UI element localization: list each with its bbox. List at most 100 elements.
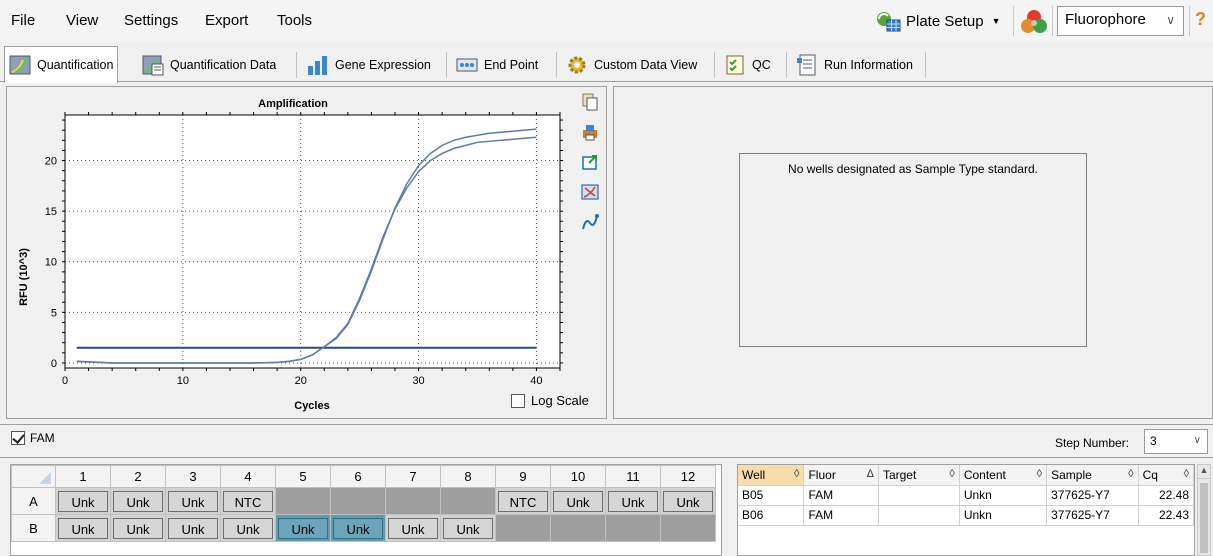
copy-icon[interactable]: [581, 93, 599, 111]
y-tick-label: 10: [45, 257, 57, 269]
x-tick-label: 0: [62, 375, 68, 387]
plate-column-header[interactable]: 10: [550, 465, 606, 488]
fluorophore-color-icon[interactable]: [1019, 8, 1049, 36]
log-scale-checkbox[interactable]: [511, 393, 525, 408]
column-header-target[interactable]: Target ◊: [878, 465, 960, 486]
sort-icon: ◊: [1036, 467, 1043, 480]
sort-icon: ◊: [794, 467, 800, 480]
plate-well[interactable]: Unk: [55, 487, 111, 515]
curve-style-icon[interactable]: [581, 213, 599, 231]
plate-column-header[interactable]: 5: [275, 465, 331, 488]
plate-well[interactable]: [550, 514, 606, 542]
plate-column-header[interactable]: 4: [220, 465, 276, 488]
fluorophore-select-value: Fluorophore: [1065, 11, 1146, 28]
plate-well[interactable]: Unk: [440, 514, 496, 542]
no-standards-message: No wells designated as Sample Type stand…: [788, 162, 1038, 176]
plate-well[interactable]: [385, 487, 441, 515]
plate-well[interactable]: [275, 487, 331, 515]
plate-column-header[interactable]: 12: [660, 465, 716, 488]
plate-well[interactable]: Unk: [220, 514, 276, 542]
plate-column-header[interactable]: 8: [440, 465, 496, 488]
tab-qc[interactable]: QC: [720, 48, 775, 82]
fam-checkbox[interactable]: [11, 431, 25, 445]
column-header-fluor[interactable]: Fluor Δ: [803, 465, 879, 486]
menu-tools[interactable]: Tools: [277, 12, 312, 29]
help-button[interactable]: ?: [1195, 9, 1206, 30]
plate-well[interactable]: Unk: [385, 514, 441, 542]
bar-chart-icon: [307, 54, 329, 76]
scroll-up-icon[interactable]: ▲: [1198, 465, 1210, 479]
plate-well[interactable]: [605, 514, 661, 542]
menu-export[interactable]: Export: [205, 12, 248, 29]
plate-well[interactable]: Unk: [110, 514, 166, 542]
plate-well[interactable]: Unk: [605, 487, 661, 515]
plate-well[interactable]: Unk: [660, 487, 716, 515]
fam-label: FAM: [30, 431, 55, 445]
plate-well[interactable]: Unk: [165, 487, 221, 515]
tab-gene-expression[interactable]: Gene Expression: [303, 48, 435, 82]
plate-well[interactable]: Unk: [55, 514, 111, 542]
log-scale-toggle[interactable]: Log Scale: [511, 393, 589, 408]
tab-label: Gene Expression: [335, 58, 431, 72]
plate-column-header[interactable]: 6: [330, 465, 386, 488]
plate-well[interactable]: [330, 487, 386, 515]
export-icon[interactable]: [581, 153, 599, 171]
column-header-label: Content: [963, 467, 1006, 482]
well-sample-type: Unk: [168, 490, 218, 512]
tab-end-point[interactable]: End Point: [452, 48, 542, 82]
zoom-icon[interactable]: [581, 183, 599, 201]
amplification-chart[interactable]: Amplification Cycles RFU (10^3) 0 10 20 30 4…: [7, 87, 608, 420]
chevron-down-icon: ∨: [1166, 13, 1175, 27]
plate-well[interactable]: Unk: [330, 514, 386, 542]
tab-run-information[interactable]: Run Information: [792, 48, 917, 82]
scrollbar-thumb[interactable]: [1200, 483, 1208, 553]
table-row[interactable]: B05 FAM Unkn 377625-Y7 22.48: [738, 485, 1194, 506]
column-header-well[interactable]: Well ◊: [738, 465, 805, 486]
plate-well[interactable]: [495, 514, 551, 542]
well-table-scrollbar[interactable]: ▲: [1197, 464, 1211, 556]
step-number-select[interactable]: 3 ∨: [1144, 429, 1208, 454]
gear-icon: [566, 54, 588, 76]
plate-setup-button[interactable]: Plate Setup ▼: [876, 6, 1000, 36]
plate-row-header[interactable]: B: [11, 514, 56, 542]
column-header-sample[interactable]: Sample ◊: [1046, 465, 1139, 486]
select-all-cell[interactable]: [11, 465, 56, 488]
plate-row-header[interactable]: A: [11, 487, 56, 515]
menu-file[interactable]: File: [11, 12, 35, 29]
plate-column-header[interactable]: 1: [55, 465, 111, 488]
plate-well[interactable]: [660, 514, 716, 542]
column-header-label: Sample: [1051, 467, 1092, 482]
plate-well[interactable]: [440, 487, 496, 515]
table-row[interactable]: B06 FAM Unkn 377625-Y7 22.43: [738, 505, 1194, 526]
fam-toggle[interactable]: FAM: [11, 431, 55, 445]
y-tick-label: 0: [51, 358, 57, 370]
amplification-chart-panel: Amplification Cycles RFU (10^3) 0 10 20 30 4…: [6, 86, 607, 419]
menu-view[interactable]: View: [66, 12, 98, 29]
tab-custom-data-view[interactable]: Custom Data View: [562, 48, 701, 82]
menu-settings[interactable]: Settings: [124, 12, 178, 29]
plate-column-header[interactable]: 2: [110, 465, 166, 488]
tab-quantification-data[interactable]: Quantification Data: [138, 48, 280, 82]
plate-column-header[interactable]: 11: [605, 465, 661, 488]
column-header-content[interactable]: Content ◊: [959, 465, 1048, 486]
cell-cq: 22.43: [1138, 505, 1194, 526]
plate-column-header[interactable]: 7: [385, 465, 441, 488]
plate-column-header[interactable]: 9: [495, 465, 551, 488]
print-icon[interactable]: [581, 123, 599, 141]
well-sample-type: Unk: [58, 517, 108, 539]
plate-well[interactable]: NTC: [495, 487, 551, 515]
plate-well[interactable]: NTC: [220, 487, 276, 515]
column-header-cq[interactable]: Cq ◊: [1138, 465, 1194, 486]
cell-well: B05: [738, 485, 805, 506]
plate-column-header[interactable]: 3: [165, 465, 221, 488]
plate-well[interactable]: Unk: [275, 514, 331, 542]
tab-label: Custom Data View: [594, 58, 698, 72]
tab-quantification[interactable]: Quantification: [4, 46, 119, 83]
plate-well[interactable]: Unk: [165, 514, 221, 542]
fluorophore-select[interactable]: Fluorophore ∨: [1057, 6, 1184, 36]
plate-well[interactable]: Unk: [550, 487, 606, 515]
well-sample-type: Unk: [443, 517, 493, 539]
plate-setup-label: Plate Setup: [906, 12, 984, 30]
plate-well[interactable]: Unk: [110, 487, 166, 515]
step-number-value: 3: [1150, 434, 1157, 448]
